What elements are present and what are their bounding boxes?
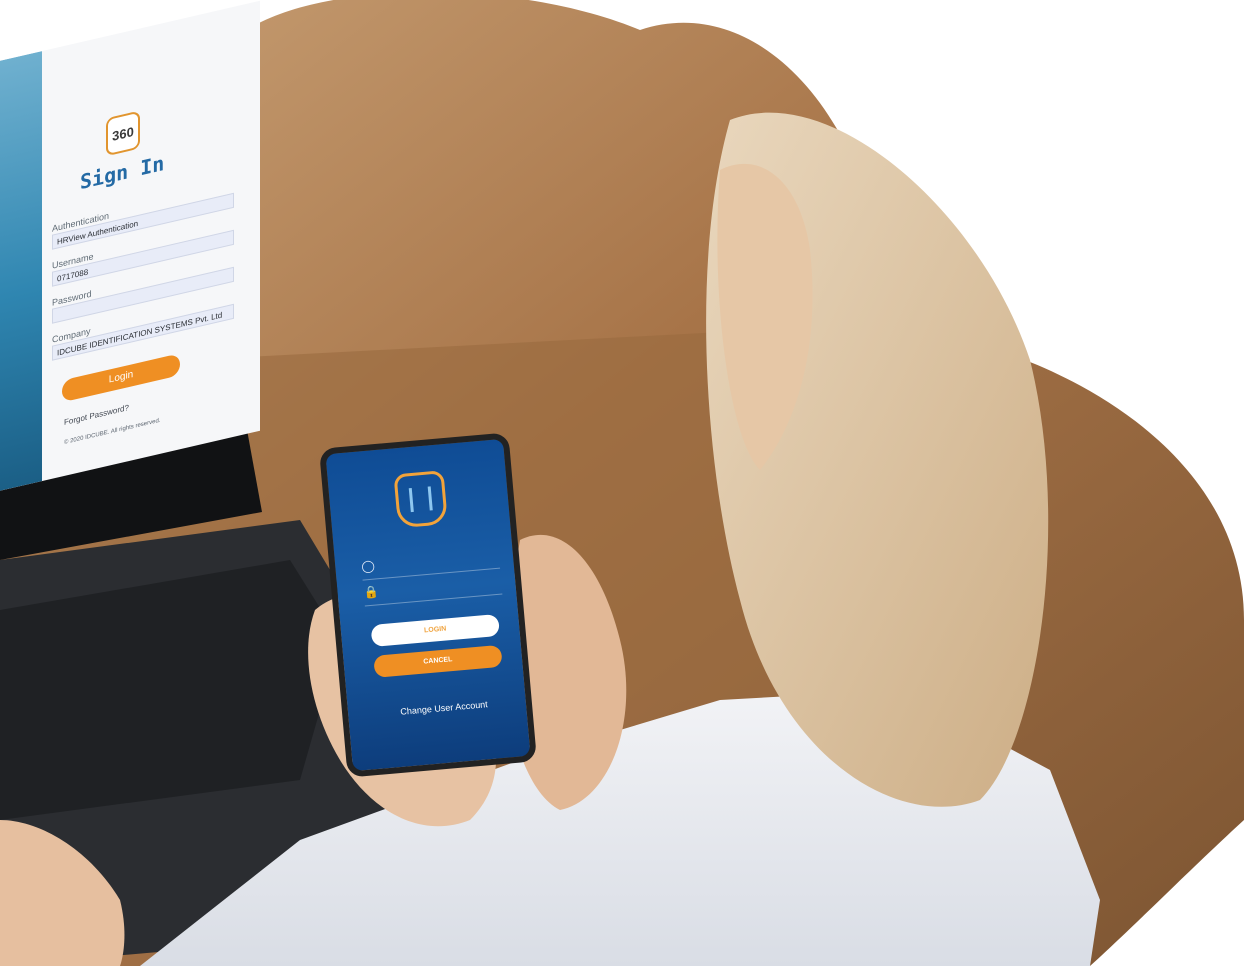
login-button[interactable]: Login [62,353,180,403]
laptop-screen: 360 Sign In Authentication HRView Authen… [0,0,260,501]
page-title: Sign In [80,150,165,195]
user-icon: ◯ [360,558,376,574]
laptop-left-banner [0,51,42,500]
logo-text: 360 [112,123,134,144]
phone-login-screen: ◯ 🔒 LOGIN CANCEL Change User Account [318,432,538,778]
smartphone: ◯ 🔒 LOGIN CANCEL Change User Account [318,432,538,778]
forgot-password-link[interactable]: Forgot Password? [64,403,129,427]
idcube-360-logo: 360 [106,110,140,157]
phone-login-button[interactable]: LOGIN [370,613,500,648]
change-user-account-link[interactable]: Change User Account [374,697,514,719]
app-logo-icon [393,470,449,529]
lock-icon: 🔒 [363,584,380,600]
laptop-login-page: 360 Sign In Authentication HRView Authen… [0,0,260,501]
phone-cancel-button[interactable]: CANCEL [373,644,503,678]
